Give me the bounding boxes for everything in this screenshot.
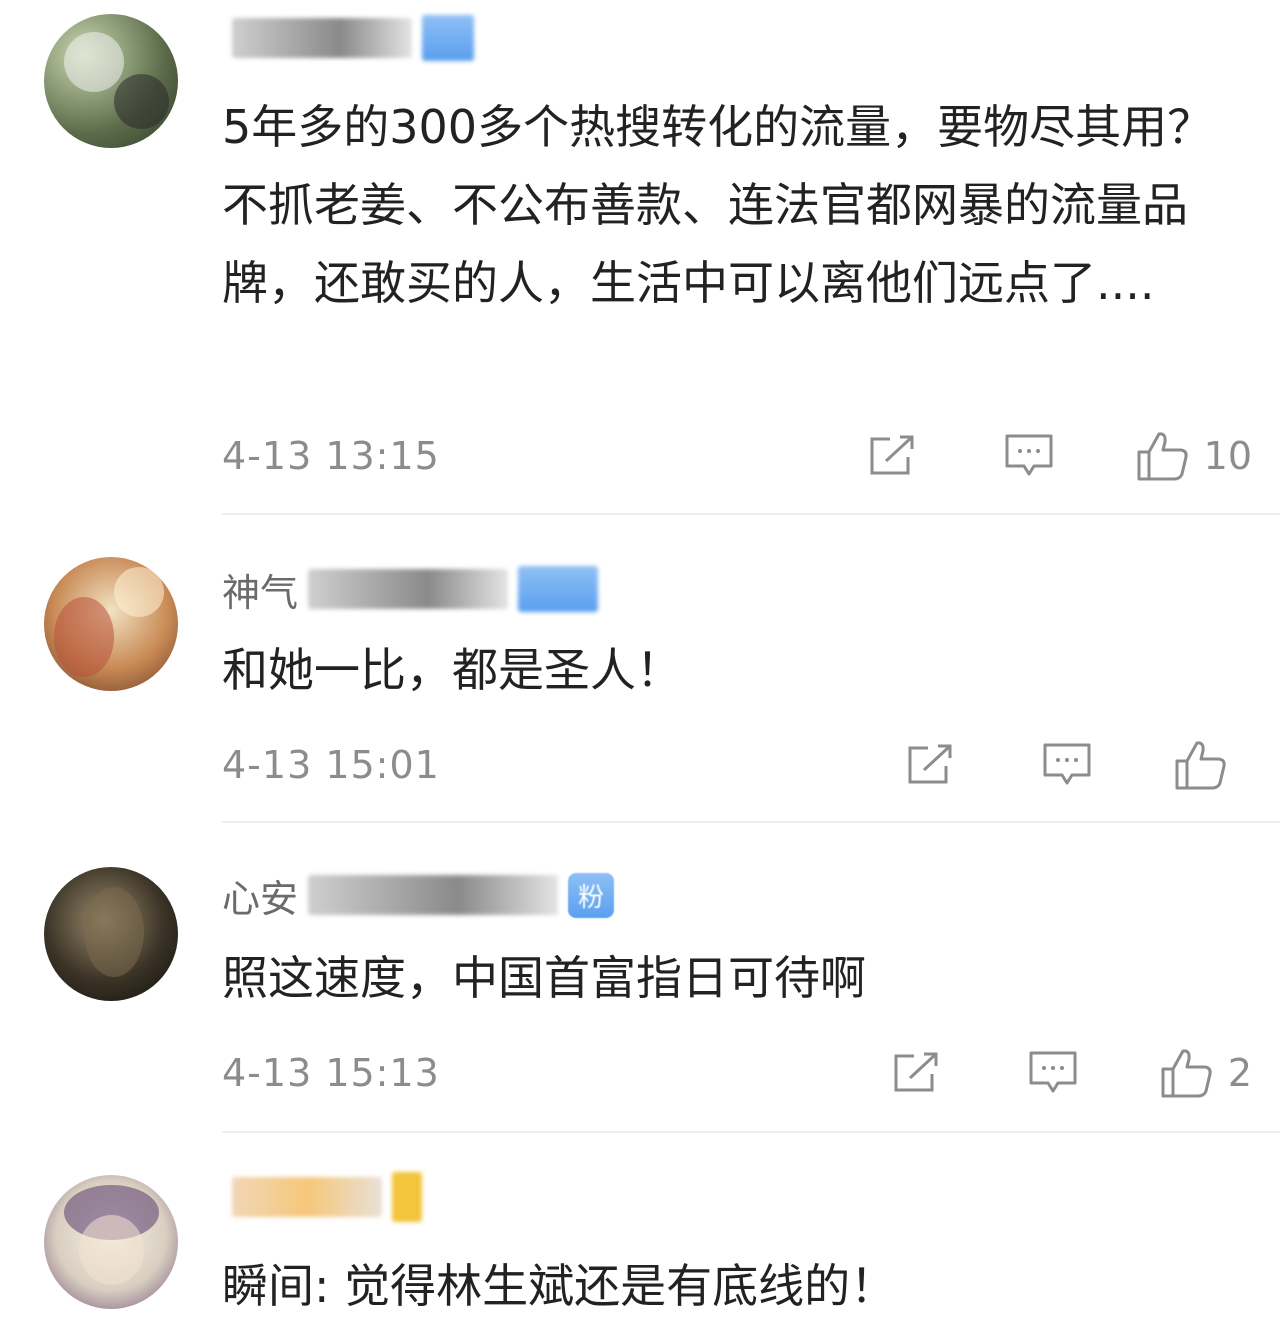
thumbs-up-icon — [1161, 1049, 1212, 1098]
reply-button[interactable] — [1042, 742, 1092, 788]
like-count: 2 — [1227, 1051, 1252, 1095]
username[interactable] — [222, 1169, 422, 1225]
share-button[interactable] — [906, 744, 954, 786]
fan-badge: 粉 — [568, 872, 615, 918]
reply-button[interactable] — [1028, 1050, 1078, 1096]
thumbs-up-icon — [1137, 432, 1188, 481]
comment-time: 4-13 15:13 — [222, 1051, 440, 1095]
avatar[interactable] — [44, 557, 178, 691]
comment-text: 瞬间: 觉得林生斌还是有底线的！ — [222, 1259, 897, 1313]
share-icon — [870, 435, 914, 475]
comment-text: 照这速度，中国首富指日可待啊 — [222, 951, 866, 1005]
username[interactable] — [222, 10, 474, 66]
comment-item: 心安 粉 照这速度，中国首富指日可待啊 4-13 15:13 2 — [0, 823, 1280, 1133]
comment-actions: 2 — [892, 1045, 1252, 1101]
comment-item: 瞬间: 觉得林生斌还是有底线的！ — [0, 1133, 1280, 1334]
username[interactable]: 心安 粉 — [222, 867, 615, 923]
comment-icon — [1005, 434, 1053, 476]
share-button[interactable] — [892, 1052, 940, 1094]
like-count: 10 — [1203, 434, 1252, 478]
share-icon — [894, 1052, 938, 1092]
comment-item: 5年多的300多个热搜转化的流量，要物尽其用？不抓老姜、不公布善款、连法官都网暴… — [0, 0, 1280, 515]
thumbs-up-icon — [1175, 741, 1226, 790]
username-blurred — [232, 18, 412, 58]
comment-text: 和她一比，都是圣人！ — [222, 643, 682, 697]
comment-time: 4-13 15:01 — [222, 743, 440, 787]
user-badge-blurred — [422, 15, 474, 61]
comment-icon — [1043, 743, 1091, 785]
username-blurred — [232, 1177, 382, 1217]
comment-item: 神气 和她一比，都是圣人！ 4-13 15:01 — [0, 515, 1280, 823]
user-badge-blurred — [518, 566, 599, 612]
username-blurred — [308, 569, 509, 609]
comment-text: 5年多的300多个热搜转化的流量，要物尽其用？不抓老姜、不公布善款、连法官都网暴… — [222, 100, 1214, 310]
comment-meta: 4-13 13:15 10 — [222, 428, 1252, 484]
username-text: 神气 — [222, 570, 299, 615]
comment-meta: 4-13 15:13 2 — [222, 1045, 1252, 1101]
username-blurred — [308, 875, 559, 915]
comment-actions — [906, 737, 1252, 793]
share-button[interactable] — [868, 435, 916, 477]
comment-time: 4-13 13:15 — [222, 434, 440, 478]
reply-button[interactable] — [1004, 433, 1054, 479]
share-icon — [908, 744, 952, 784]
like-button[interactable] — [1174, 739, 1228, 791]
like-button[interactable]: 2 — [1160, 1047, 1252, 1099]
avatar[interactable] — [44, 14, 178, 148]
user-badge-blurred — [392, 1172, 422, 1222]
avatar[interactable] — [44, 867, 178, 1001]
comment-actions: 10 — [868, 428, 1252, 484]
avatar[interactable] — [44, 1175, 178, 1309]
like-button[interactable]: 10 — [1136, 430, 1252, 482]
username-text: 心安 — [222, 876, 299, 921]
comment-icon — [1029, 1051, 1077, 1093]
username[interactable]: 神气 — [222, 561, 599, 617]
comment-meta: 4-13 15:01 — [222, 737, 1252, 793]
